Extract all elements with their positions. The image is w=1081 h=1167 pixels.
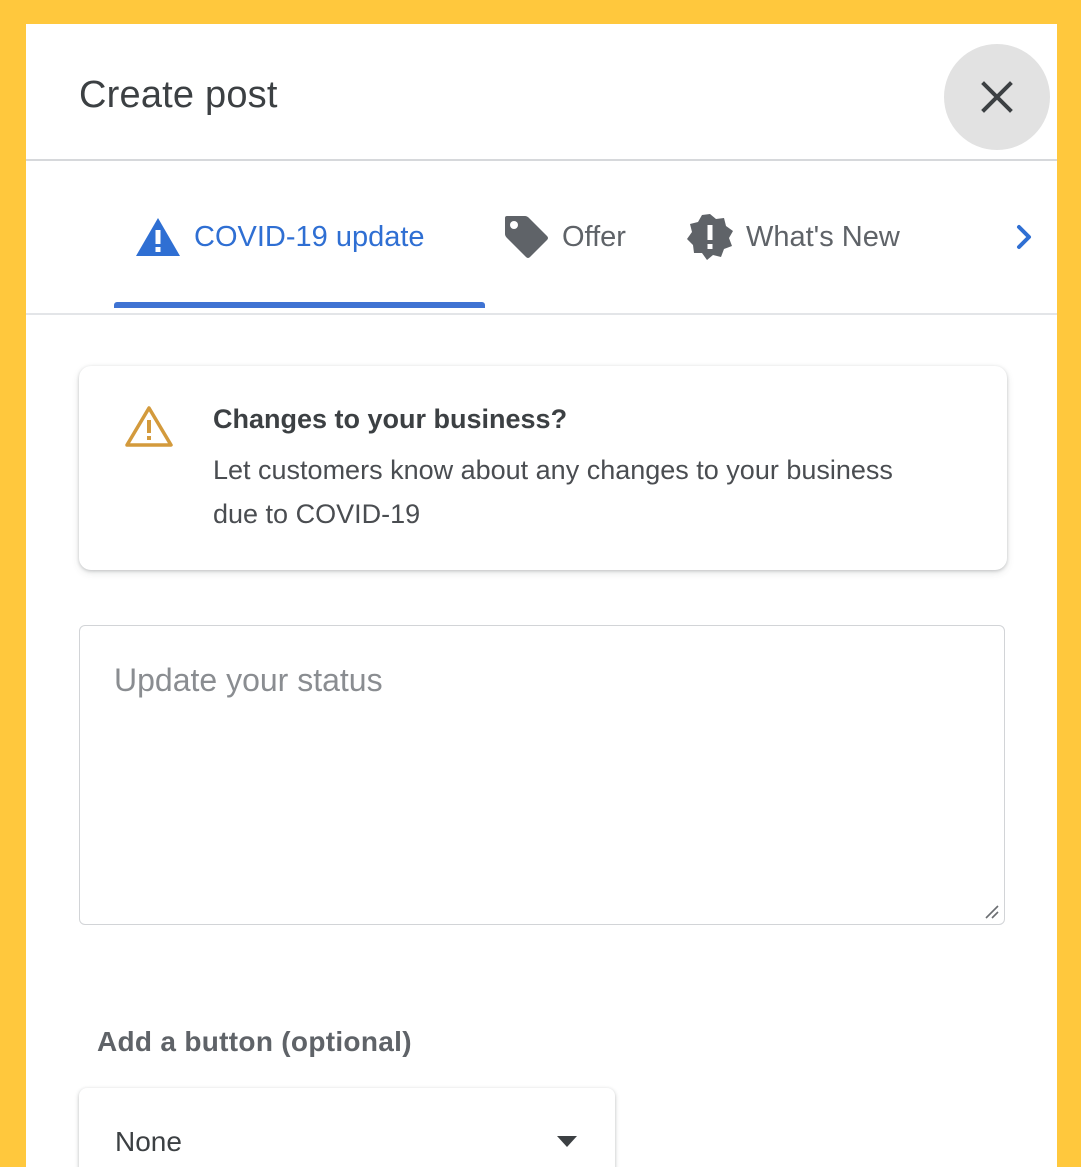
close-icon [981,81,1013,113]
info-card-text: Let customers know about any changes to … [213,455,893,529]
tab-scroll-right-button[interactable] [1006,219,1042,255]
covid-info-card: Changes to your business? Let customers … [79,366,1007,570]
tab-label-whats-new: What's New [746,220,900,253]
tab-covid-update[interactable]: COVID-19 update [134,213,425,261]
create-post-dialog: Create post COVID-19 update Offer What's… [26,24,1057,1167]
warning-icon [134,216,182,258]
tab-label-offer: Offer [562,220,626,253]
status-input[interactable] [79,625,1005,925]
post-type-tabs: COVID-19 update Offer What's New [26,161,1057,315]
active-tab-indicator [114,302,485,308]
close-button[interactable] [944,44,1050,150]
chevron-right-icon [1017,225,1031,249]
tab-offer[interactable]: Offer [502,213,626,261]
add-button-label: Add a button (optional) [97,1026,412,1057]
alert-badge-icon [686,213,734,261]
button-type-select[interactable]: None [79,1088,615,1167]
dialog-title: Create post [79,74,278,116]
dropdown-arrow-icon [557,1136,577,1147]
button-type-selected-value: None [115,1126,182,1157]
warning-outline-icon [123,404,175,453]
dialog-header: Create post [26,24,1057,161]
tab-label-covid-update: COVID-19 update [194,220,425,253]
resize-handle-icon[interactable] [981,901,999,919]
info-card-title: Changes to your business? [213,404,568,434]
tag-icon [502,214,550,260]
tab-whats-new[interactable]: What's New [686,213,900,261]
